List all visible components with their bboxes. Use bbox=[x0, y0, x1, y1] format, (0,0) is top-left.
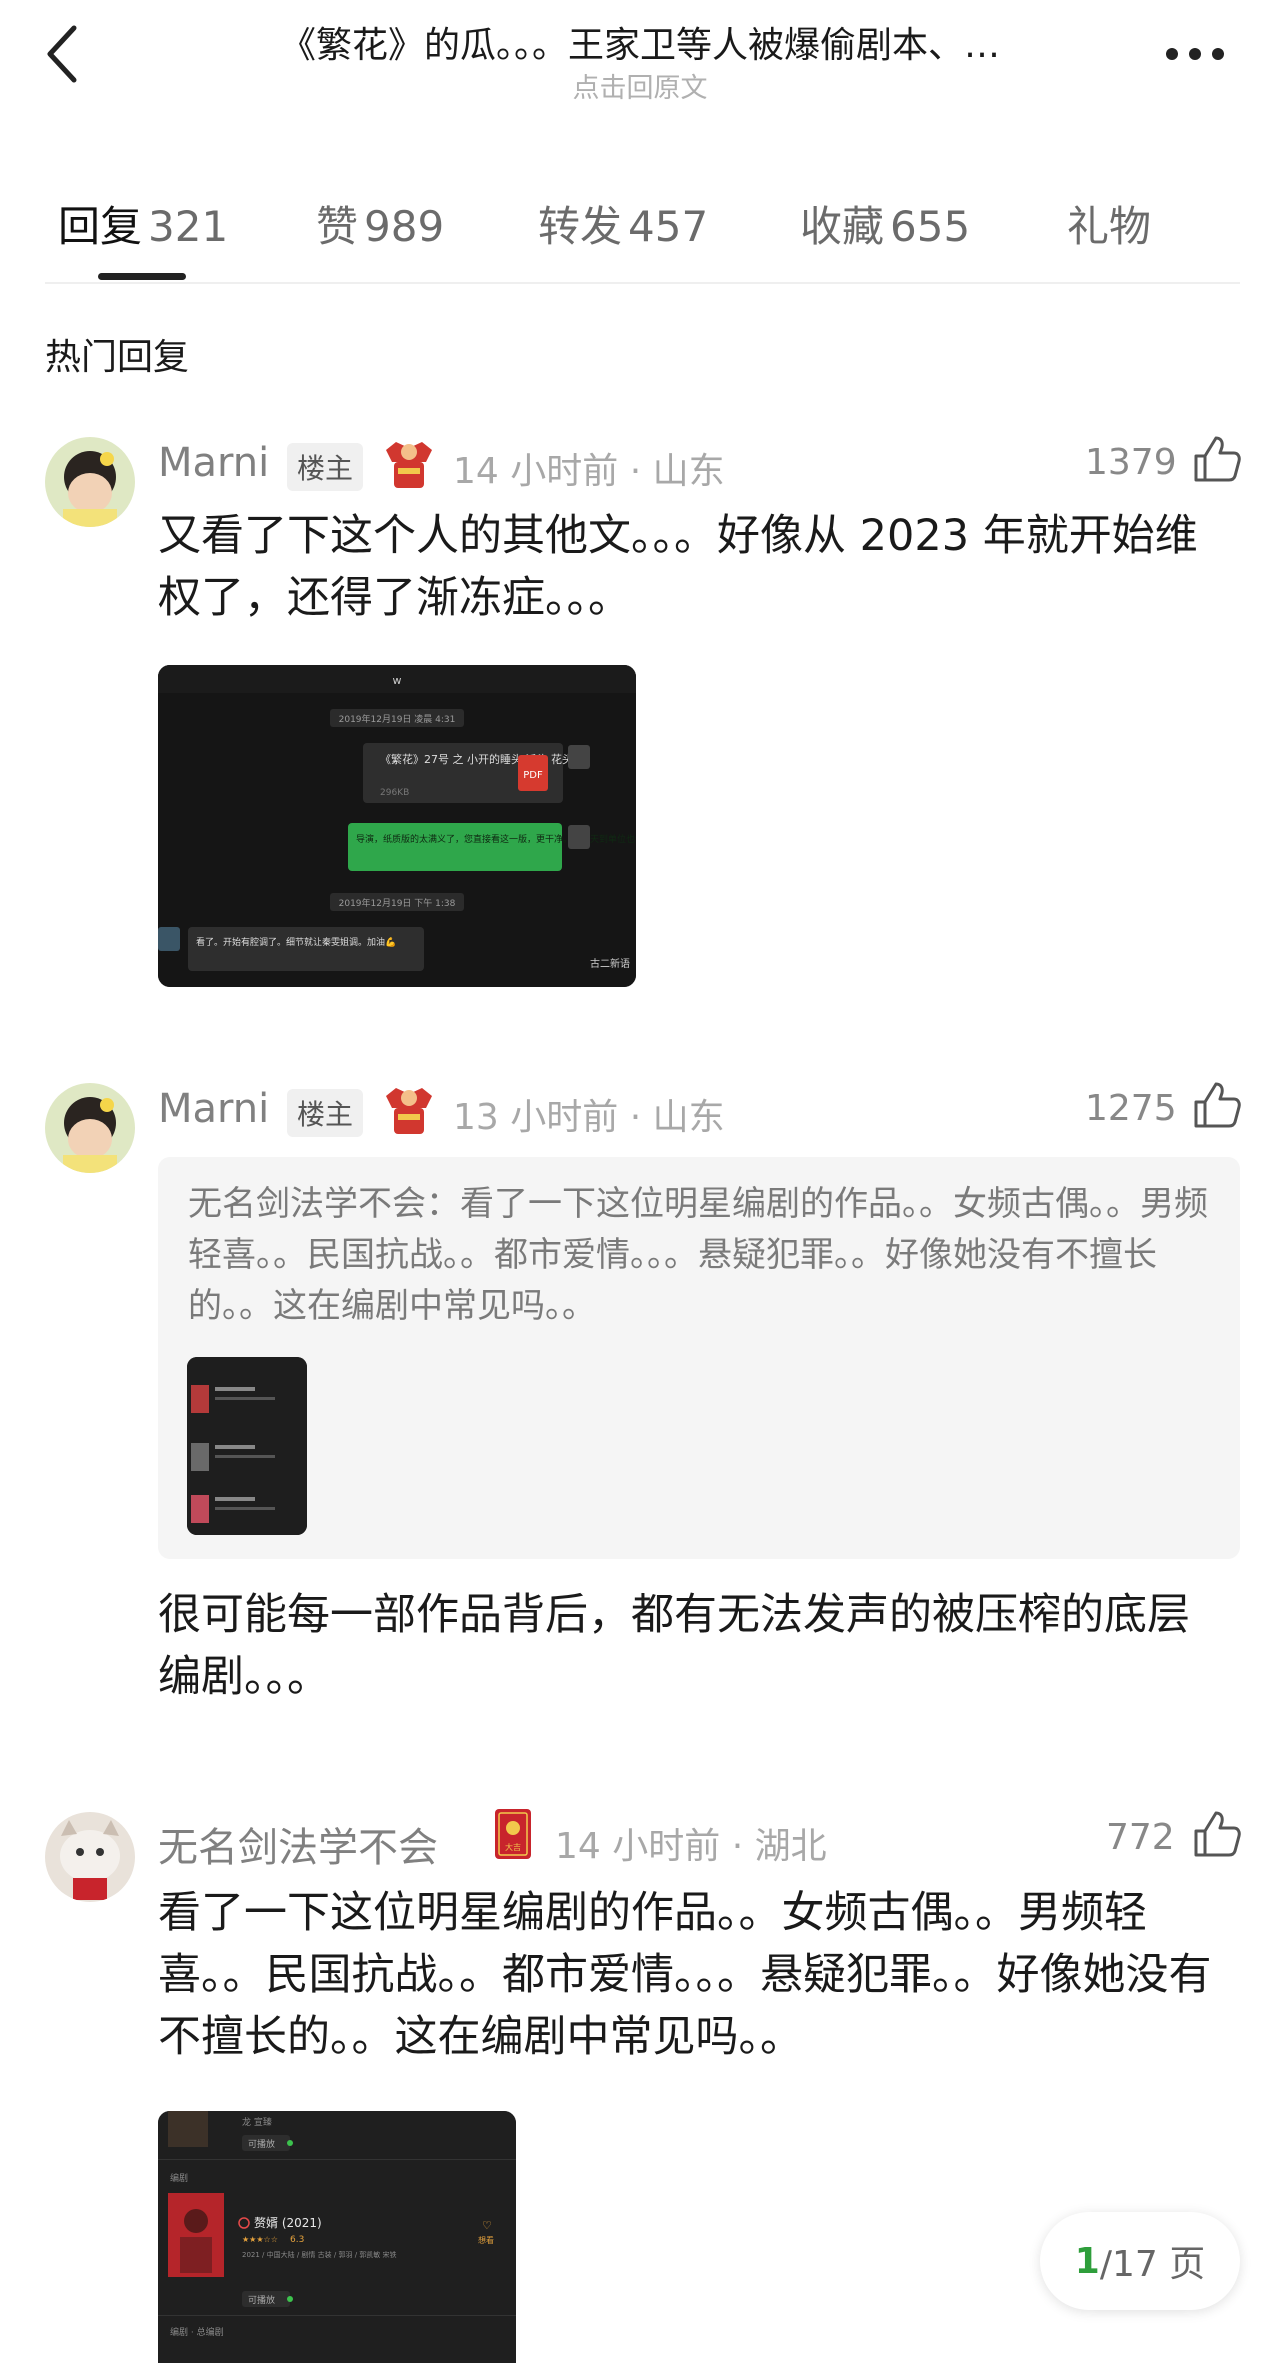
time-location: 13 小时前 · 山东 bbox=[453, 1097, 725, 1138]
avatar-image bbox=[45, 1812, 135, 1902]
total-pages: /17 页 bbox=[1099, 2244, 1206, 2285]
fan-medal-icon bbox=[382, 432, 436, 490]
watermark: 古二新语 bbox=[590, 957, 630, 970]
op-badge: 楼主 bbox=[287, 443, 364, 491]
lucky-badge-icon: 大吉 bbox=[494, 1808, 532, 1860]
movie-info: 2021 / 中国大陆 / 剧情 古装 / 郭羽 / 郭凯敏 宋铁 bbox=[242, 2250, 397, 2259]
playable-tag: 可播放 bbox=[248, 2294, 275, 2306]
like-button[interactable] bbox=[1192, 1809, 1242, 1859]
green-message: 导演，纸质版的太满义了，您直接看这一版，更干净。我明天到单位也会打印出来。 bbox=[356, 833, 636, 845]
tab-likes[interactable]: 赞 989 bbox=[316, 193, 444, 254]
file-title: 《繁花》27号 之 小开的睡头 派头 花头... bbox=[380, 752, 583, 766]
film-page-screenshot: 龙 宣臻 可播放 编剧 赘婿 (2021) ★★★☆☆ 6.3 2021 / 中… bbox=[158, 2111, 516, 2363]
star-rating-icon: ★★★☆☆ bbox=[242, 2235, 278, 2244]
back-to-original-link[interactable]: 点击回原文 bbox=[190, 66, 1090, 105]
thumbs-up-icon bbox=[1194, 1811, 1241, 1857]
top-bar: 《繁花》的瓜。。。王家卫等人被爆偷剧本、… 点击回原文 bbox=[0, 0, 1279, 110]
page-title: 《繁花》的瓜。。。王家卫等人被爆偷剧本、… bbox=[279, 25, 1000, 66]
like-count: 1379 bbox=[1085, 442, 1177, 483]
attached-image[interactable]: 龙 宣臻 可播放 编剧 赘婿 (2021) ★★★☆☆ 6.3 2021 / 中… bbox=[158, 2111, 516, 2363]
film-list-thumbnail bbox=[187, 1357, 307, 1535]
playable-tag: 可播放 bbox=[248, 2138, 275, 2150]
film-top-label: 龙 宣臻 bbox=[242, 2116, 272, 2128]
movie-title: 赘婿 (2021) bbox=[254, 2215, 322, 2230]
chief-writer-label: 编剧 · 总编剧 bbox=[170, 2326, 224, 2338]
attached-image[interactable]: w 2019年12月19日 凌晨 4:31 《繁花》27号 之 小开的睡头 派头… bbox=[158, 665, 636, 987]
movie-rating: 6.3 bbox=[290, 2235, 304, 2245]
current-page: 1 bbox=[1074, 2240, 1100, 2282]
username[interactable]: Marni bbox=[158, 440, 269, 486]
like-button[interactable] bbox=[1192, 1080, 1242, 1130]
tab-gifts[interactable]: 礼物 bbox=[1067, 193, 1157, 254]
chat-screenshot: w 2019年12月19日 凌晨 4:31 《繁花》27号 之 小开的睡头 派头… bbox=[158, 665, 636, 987]
avatar-image bbox=[45, 437, 135, 527]
thumbs-up-icon bbox=[1194, 1082, 1241, 1128]
svg-text:大吉: 大吉 bbox=[505, 1842, 521, 1852]
pdf-icon: PDF bbox=[523, 770, 543, 781]
username[interactable]: 无名剑法学不会 bbox=[158, 1815, 438, 1873]
want-to-watch-icon: ♡ bbox=[482, 2219, 492, 2232]
chat-timestamp: 2019年12月19日 凌晨 4:31 bbox=[339, 713, 456, 725]
comment-text: 看了一下这位明星编剧的作品。。女频古偶。。男频轻喜。。民国抗战。。都市爱情。。。… bbox=[158, 1888, 1212, 2062]
chevron-left-icon bbox=[47, 25, 77, 83]
like-count: 772 bbox=[1106, 1817, 1175, 1858]
want-to-watch-label: 想看 bbox=[478, 2235, 494, 2245]
fan-medal-icon bbox=[382, 1078, 436, 1136]
like-count: 1275 bbox=[1085, 1088, 1177, 1129]
quote-text: 无名剑法学不会：看了一下这位明星编剧的作品。。女频古偶。。男频轻喜。。民国抗战。… bbox=[188, 1184, 1208, 1326]
username[interactable]: Marni bbox=[158, 1086, 269, 1132]
more-dots-icon bbox=[1166, 48, 1224, 60]
tab-favorites[interactable]: 收藏 655 bbox=[800, 193, 970, 254]
back-button[interactable] bbox=[40, 18, 90, 88]
chat-timestamp: 2019年12月19日 下午 1:38 bbox=[339, 897, 456, 909]
chat-header: w bbox=[393, 674, 402, 687]
active-tab-indicator bbox=[98, 273, 186, 280]
tab-replies[interactable]: 回复 321 bbox=[58, 193, 228, 254]
comment-text: 很可能每一部作品背后，都有无法发声的被压榨的底层编剧。。。 bbox=[158, 1590, 1190, 1702]
more-button[interactable] bbox=[1160, 34, 1230, 74]
page-indicator[interactable]: 1/17 页 bbox=[1040, 2212, 1240, 2310]
op-badge: 楼主 bbox=[287, 1089, 364, 1137]
divider bbox=[45, 282, 1240, 284]
time-location: 14 小时前 · 湖北 bbox=[555, 1826, 827, 1867]
avatar[interactable] bbox=[45, 1812, 135, 1902]
comment-text: 又看了下这个人的其他文。。。好像从 2023 年就开始维权了，还得了渐冻症。。。 bbox=[158, 511, 1198, 623]
avatar[interactable] bbox=[45, 437, 135, 527]
screenwriter-label: 编剧 bbox=[170, 2172, 188, 2184]
quote-image[interactable] bbox=[187, 1357, 307, 1535]
section-title: 热门回复 bbox=[45, 337, 190, 378]
like-button[interactable] bbox=[1192, 434, 1242, 484]
reply-message: 看了。开始有腔调了。细节就让秦雯姐调。加油💪 bbox=[196, 936, 396, 948]
avatar[interactable] bbox=[45, 1083, 135, 1173]
quoted-comment[interactable]: 无名剑法学不会：看了一下这位明星编剧的作品。。女频古偶。。男频轻喜。。民国抗战。… bbox=[158, 1157, 1240, 1559]
tab-reposts[interactable]: 转发 457 bbox=[538, 193, 708, 254]
time-location: 14 小时前 · 山东 bbox=[453, 451, 725, 492]
thumbs-up-icon bbox=[1194, 436, 1241, 482]
tab-bar: 回复 321 赞 989 转发 457 收藏 655 礼物 bbox=[0, 185, 1279, 285]
avatar-image bbox=[45, 1083, 135, 1173]
file-size: 296KB bbox=[380, 788, 409, 798]
